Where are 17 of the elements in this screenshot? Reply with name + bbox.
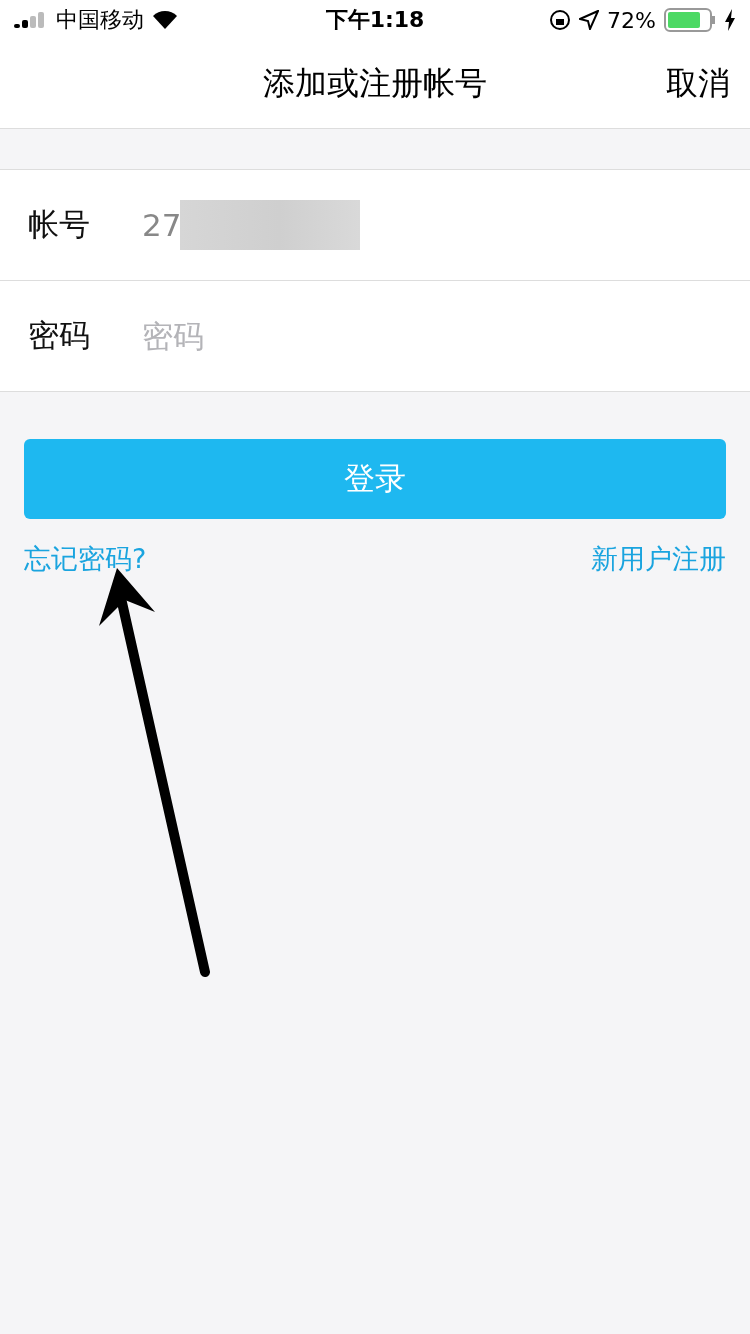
status-time: 下午1:18 — [325, 6, 425, 34]
cancel-link[interactable]: 取消 — [666, 62, 730, 106]
charging-icon — [724, 9, 736, 31]
input-field[interactable]: 密码 — [142, 318, 204, 354]
field-label: 帐号 — [28, 205, 91, 244]
field-label: 密码 — [28, 316, 91, 355]
wifi-icon — [152, 10, 178, 30]
location-icon — [579, 10, 600, 30]
login-button[interactable]: 登录 — [24, 439, 726, 519]
forgot-password-link[interactable]: 忘记密码? — [24, 541, 147, 577]
page-title: 添加或注册帐号 — [263, 63, 487, 104]
carrier-name: 中国移动 — [56, 6, 144, 34]
register-link[interactable]: 新用户注册 — [591, 541, 726, 577]
rotation-lock-icon — [549, 9, 572, 31]
battery-percent: 72% — [607, 7, 656, 33]
input-field[interactable]: 27 — [142, 207, 180, 243]
battery-icon — [664, 8, 716, 32]
